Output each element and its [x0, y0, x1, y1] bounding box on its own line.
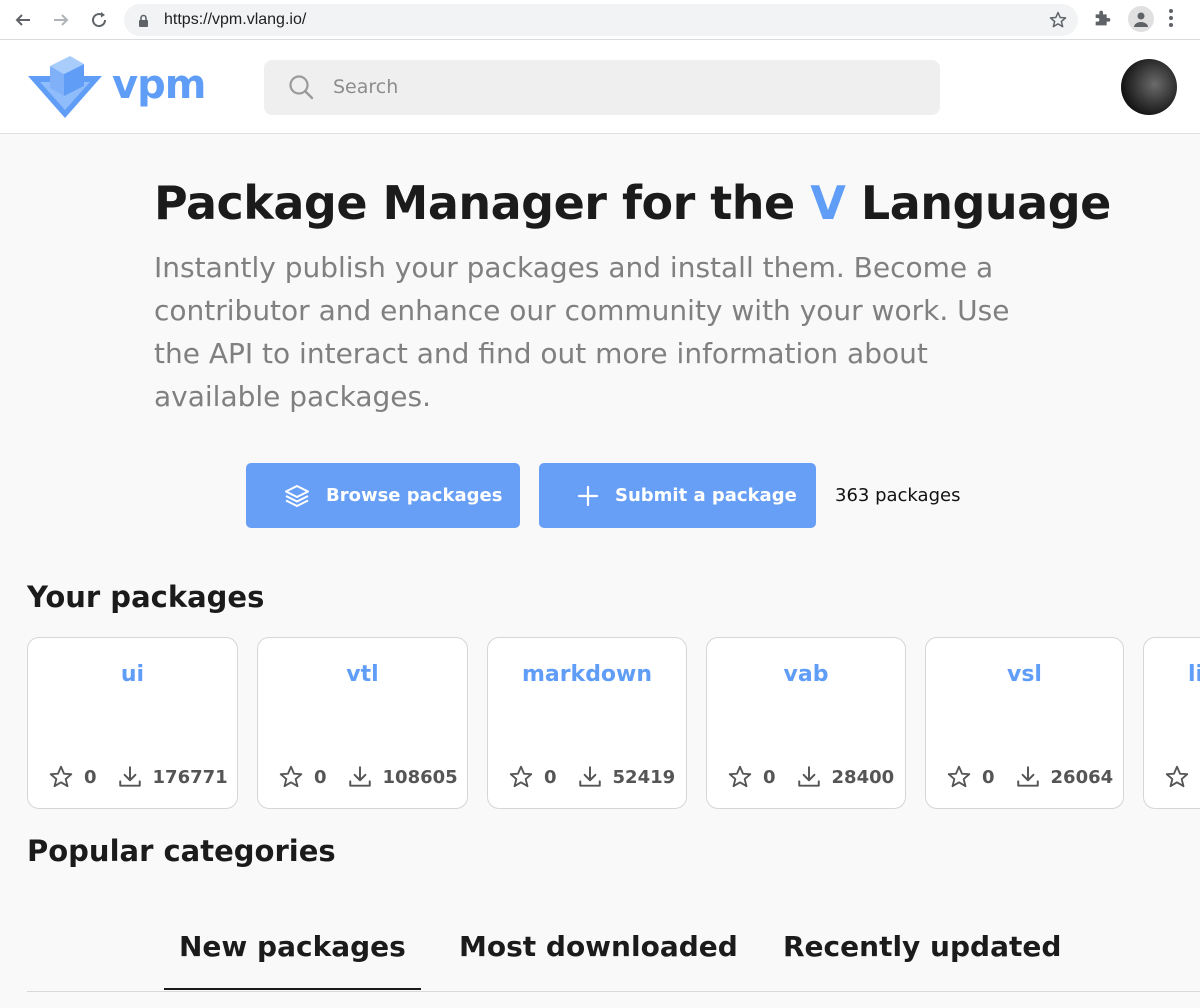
- hero-description: Instantly publish your packages and inst…: [154, 251, 1010, 413]
- download-icon: [117, 764, 143, 790]
- download-icon: [577, 764, 603, 790]
- your-packages-heading: Your packages: [27, 580, 265, 614]
- forward-icon[interactable]: [48, 7, 74, 33]
- browser-toolbar: https://vpm.vlang.io/: [0, 0, 1200, 40]
- download-count: 28400: [831, 766, 895, 788]
- package-card[interactable]: vab 0 28400: [706, 637, 906, 809]
- download-count: 26064: [1050, 766, 1114, 788]
- submit-package-label: Submit a package: [615, 485, 797, 506]
- package-card[interactable]: vsl 0 26064: [925, 637, 1124, 809]
- package-name[interactable]: vab: [707, 662, 905, 687]
- search-input[interactable]: Search: [264, 60, 940, 115]
- package-card[interactable]: li: [1143, 637, 1200, 809]
- tab-recently-updated[interactable]: Recently updated: [783, 930, 1061, 963]
- star-count: 0: [544, 766, 557, 788]
- package-cards: ui 0 176771 vtl 0 108605 markdown 0 5241…: [0, 637, 1200, 809]
- star-count: 0: [84, 766, 97, 788]
- vpm-logo-icon[interactable]: [26, 52, 104, 124]
- package-name[interactable]: li: [1144, 662, 1200, 687]
- site-header: vpm Search: [0, 40, 1200, 134]
- back-icon[interactable]: [10, 7, 36, 33]
- logo-text[interactable]: vpm: [112, 62, 206, 108]
- category-tabs: New packages Most downloaded Recently up…: [27, 920, 1200, 992]
- url-text: https://vpm.vlang.io/: [164, 11, 307, 28]
- search-placeholder: Search: [333, 76, 399, 98]
- star-icon: [508, 764, 534, 790]
- star-icon: [1164, 764, 1190, 790]
- package-stats: 0 108605: [278, 764, 458, 790]
- download-count: 52419: [612, 766, 676, 788]
- download-icon: [796, 764, 822, 790]
- star-icon: [48, 764, 74, 790]
- extensions-icon[interactable]: [1092, 7, 1114, 33]
- package-stats: 0 28400: [727, 764, 894, 790]
- star-icon: [727, 764, 753, 790]
- star-icon: [946, 764, 972, 790]
- package-stats: 0 52419: [508, 764, 675, 790]
- lock-icon: [138, 13, 149, 32]
- package-count: 363 packages: [835, 485, 961, 506]
- package-card[interactable]: ui 0 176771: [27, 637, 238, 809]
- avatar[interactable]: [1121, 59, 1177, 115]
- star-count: 0: [314, 766, 327, 788]
- profile-icon[interactable]: [1128, 6, 1154, 32]
- package-stats: 0 26064: [946, 764, 1113, 790]
- package-name[interactable]: ui: [28, 662, 237, 687]
- package-name[interactable]: vtl: [258, 662, 467, 687]
- browse-packages-label: Browse packages: [326, 485, 503, 506]
- download-count: 108605: [382, 766, 458, 788]
- package-stats: [1164, 764, 1200, 790]
- submit-package-button[interactable]: Submit a package: [539, 463, 816, 528]
- browse-packages-button[interactable]: Browse packages: [246, 463, 520, 528]
- page-title: Package Manager for the V Language: [154, 176, 1111, 230]
- package-name[interactable]: vsl: [926, 662, 1123, 687]
- star-count: 0: [982, 766, 995, 788]
- bookmark-star-icon[interactable]: [1048, 10, 1068, 34]
- star-count: 0: [763, 766, 776, 788]
- address-bar[interactable]: https://vpm.vlang.io/: [124, 4, 1078, 36]
- package-card[interactable]: markdown 0 52419: [487, 637, 687, 809]
- search-icon: [288, 74, 314, 104]
- tab-new-packages[interactable]: New packages: [164, 930, 421, 990]
- tab-most-downloaded[interactable]: Most downloaded: [459, 930, 738, 963]
- plus-icon: [577, 485, 599, 507]
- popular-categories-heading: Popular categories: [27, 834, 336, 868]
- download-icon: [1015, 764, 1041, 790]
- package-stats: 0 176771: [48, 764, 228, 790]
- more-menu-icon[interactable]: [1168, 7, 1174, 33]
- package-name[interactable]: markdown: [488, 662, 686, 687]
- star-icon: [278, 764, 304, 790]
- download-icon: [347, 764, 373, 790]
- package-card[interactable]: vtl 0 108605: [257, 637, 468, 809]
- layers-icon: [284, 483, 310, 509]
- reload-icon[interactable]: [86, 7, 112, 33]
- download-count: 176771: [152, 766, 228, 788]
